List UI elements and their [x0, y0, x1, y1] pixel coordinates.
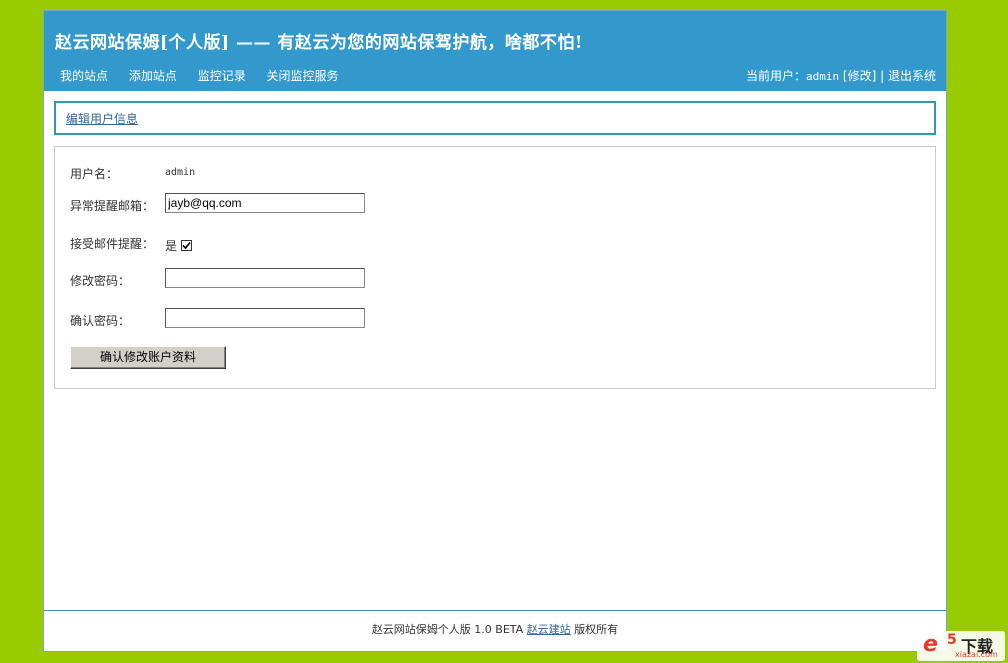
row-email: 异常提醒邮箱： [55, 193, 935, 217]
receive-mail-checkbox[interactable] [181, 240, 193, 251]
user-form: 用户名： admin 异常提醒邮箱： 接受邮件提醒： 是 修改密码： 确认 [54, 146, 936, 389]
logout-link[interactable]: 退出系统 [888, 69, 936, 83]
row-receive-mail: 接受邮件提醒： 是 [55, 231, 935, 255]
receive-mail-option: 是 [165, 237, 193, 254]
username-value: admin [165, 167, 196, 178]
watermark-brand: e [923, 632, 938, 657]
row-username: 用户名： admin [55, 161, 935, 185]
submit-button[interactable]: 确认修改账户资料 [70, 346, 226, 369]
footer-suffix: 版权所有 [574, 623, 619, 636]
user-bar: 当前用户：admin [修改] | 退出系统 [746, 67, 936, 84]
nav-close-monitoring[interactable]: 关闭监控服务 [267, 69, 339, 83]
watermark-number: 5 [947, 632, 957, 648]
confirm-password-label: 确认密码： [70, 314, 131, 328]
nav-add-site[interactable]: 添加站点 [129, 69, 177, 83]
checkmark-icon [182, 241, 191, 250]
receive-mail-label: 接受邮件提醒： [70, 237, 155, 251]
confirm-password-field[interactable] [165, 308, 365, 328]
app-window: 赵云网站保姆[个人版] —— 有赵云为您的网站保驾护航，啥都不怕! 我的站点 添… [43, 10, 947, 652]
row-password: 修改密码： [55, 268, 935, 292]
current-username: admin [805, 70, 840, 83]
edit-user-link[interactable]: [修改] [843, 69, 876, 83]
main-nav: 我的站点 添加站点 监控记录 关闭监控服务 [60, 67, 356, 84]
footer-link[interactable]: 赵云建站 [527, 623, 571, 636]
user-bar-separator: | [880, 69, 885, 83]
watermark-url: xiazai.com [955, 650, 998, 659]
breadcrumb-edit-user[interactable]: 编辑用户信息 [66, 110, 138, 127]
breadcrumb: 编辑用户信息 [54, 101, 936, 135]
email-label: 异常提醒邮箱： [70, 199, 155, 213]
current-user-label: 当前用户： [745, 69, 806, 83]
password-field[interactable] [165, 268, 365, 288]
nav-monitor-log[interactable]: 监控记录 [198, 69, 246, 83]
footer-text: 赵云网站保姆个人版 1.0 BETA [371, 623, 524, 636]
username-label: 用户名： [70, 167, 119, 181]
footer: 赵云网站保姆个人版 1.0 BETA 赵云建站 版权所有 [44, 610, 946, 651]
header-bar: 赵云网站保姆[个人版] —— 有赵云为您的网站保驾护航，啥都不怕! 我的站点 添… [44, 11, 946, 91]
email-field[interactable] [165, 193, 365, 213]
password-label: 修改密码： [70, 274, 131, 288]
receive-mail-option-label: 是 [165, 239, 178, 253]
site-title: 赵云网站保姆[个人版] —— 有赵云为您的网站保驾护航，啥都不怕! [55, 33, 583, 53]
watermark-logo: e 5 下载 xiazai.com [917, 631, 1005, 661]
row-confirm-password: 确认密码： [55, 308, 935, 332]
nav-my-sites[interactable]: 我的站点 [60, 69, 108, 83]
